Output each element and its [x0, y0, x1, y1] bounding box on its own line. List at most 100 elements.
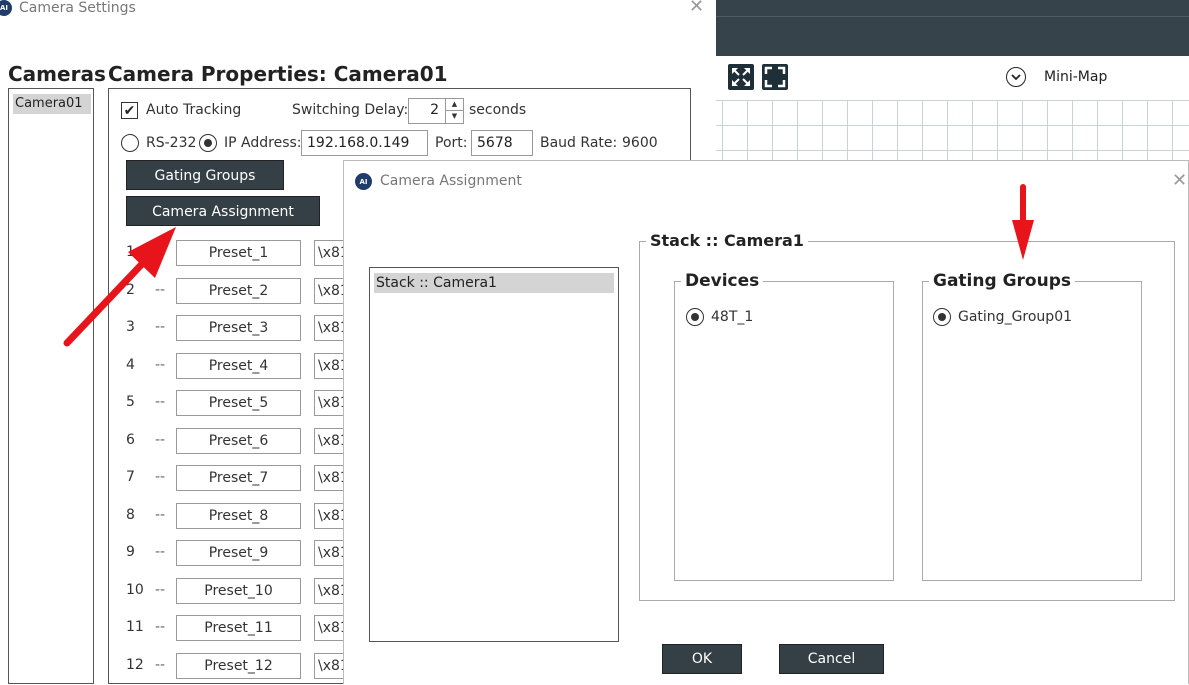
cancel-button[interactable]: Cancel — [779, 644, 884, 674]
table-row: 9 -- Preset_9 \x81 — [109, 540, 354, 566]
seconds-label: seconds — [469, 102, 527, 118]
assignment-body: Stack :: Camera1 Stack :: Camera1 Device… — [344, 201, 1188, 685]
camera-list[interactable]: Camera01 — [8, 88, 94, 684]
switching-delay-spinner[interactable]: 2 ▲ ▼ — [408, 98, 464, 124]
preset-number: 7 — [126, 469, 135, 485]
preset-name-input[interactable]: Preset_4 — [176, 352, 301, 379]
settings-titlebar: AI Camera Settings ✕ — [0, 0, 716, 26]
camera-list-item[interactable]: Camera01 — [13, 94, 91, 114]
rs232-label: RS-232 — [146, 135, 197, 151]
device-radio[interactable] — [686, 308, 704, 326]
ip-address-radio[interactable] — [199, 134, 217, 152]
devices-group: Devices 48T_1 — [674, 271, 894, 581]
spinner-buttons[interactable]: ▲ ▼ — [445, 99, 463, 123]
preset-number: 1 — [126, 244, 135, 260]
expand-icon[interactable] — [728, 64, 754, 90]
preset-name-input[interactable]: Preset_5 — [176, 390, 301, 416]
table-row: 4 -- Preset_4 \x81 — [109, 352, 354, 379]
preset-dash: -- — [155, 581, 166, 598]
table-row: 5 -- Preset_5 \x81 — [109, 390, 354, 416]
baud-rate-value: 9600 — [622, 135, 658, 151]
preset-number: 8 — [126, 506, 135, 523]
preset-name-input[interactable]: Preset_2 — [176, 277, 301, 304]
stack-camera-group-title: Stack :: Camera1 — [646, 231, 808, 250]
gating-groups-group-title: Gating Groups — [929, 271, 1075, 291]
settings-window-title: Camera Settings — [19, 0, 136, 16]
spinner-up-icon[interactable]: ▲ — [446, 99, 463, 111]
preset-dash: -- — [155, 394, 166, 410]
baud-rate-label: Baud Rate: — [540, 135, 618, 151]
stack-camera-group: Stack :: Camera1 Devices 48T_1 Gating Gr… — [639, 231, 1175, 601]
ok-button[interactable]: OK — [662, 644, 742, 674]
map-grid[interactable] — [716, 100, 1189, 162]
close-icon[interactable]: ✕ — [689, 0, 704, 16]
ip-address-input[interactable]: 192.168.0.149 — [301, 130, 428, 156]
gating-groups-group: Gating Groups Gating_Group01 — [922, 271, 1142, 581]
camera-assignment-dialog: AI Camera Assignment ✕ Stack :: Camera1 … — [343, 160, 1189, 685]
preset-number: 3 — [126, 319, 135, 335]
stack-list-item[interactable]: Stack :: Camera1 — [374, 273, 614, 293]
switching-delay-value: 2 — [430, 102, 439, 118]
preset-number: 9 — [126, 544, 135, 560]
table-row: 8 -- Preset_8 \x81 — [109, 502, 354, 529]
gating-groups-button[interactable]: Gating Groups — [126, 160, 284, 190]
preset-dash: -- — [155, 656, 166, 673]
preset-dash: -- — [155, 281, 166, 298]
preset-number: 2 — [126, 281, 135, 298]
port-label: Port: — [435, 135, 468, 151]
preset-number: 12 — [126, 656, 144, 673]
minimap-label[interactable]: Mini-Map — [1044, 69, 1107, 85]
ip-address-label: IP Address: — [224, 135, 302, 151]
preset-dash: -- — [155, 619, 166, 635]
devices-group-title: Devices — [681, 271, 764, 291]
preset-name-input[interactable]: Preset_11 — [176, 615, 301, 641]
assignment-dialog-title: Camera Assignment — [380, 173, 522, 189]
preset-name-input[interactable]: Preset_1 — [176, 240, 301, 266]
stack-list[interactable]: Stack :: Camera1 — [369, 267, 619, 642]
camera-assignment-button[interactable]: Camera Assignment — [126, 196, 320, 226]
table-row: 2 -- Preset_2 \x81 — [109, 277, 354, 304]
preset-dash: -- — [155, 506, 166, 523]
gating-group-option-label: Gating_Group01 — [958, 309, 1073, 325]
auto-tracking-label: Auto Tracking — [146, 102, 242, 118]
preset-name-input[interactable]: Preset_10 — [176, 577, 301, 604]
app-logo-icon: AI — [355, 173, 372, 190]
port-input[interactable]: 5678 — [471, 130, 533, 156]
assignment-titlebar: AI Camera Assignment ✕ — [344, 161, 1188, 201]
preset-name-input[interactable]: Preset_3 — [176, 315, 301, 341]
table-row: 12 -- Preset_12 \x81 — [109, 652, 354, 679]
preset-dash: -- — [155, 431, 166, 448]
preset-number: 4 — [126, 356, 135, 373]
close-icon[interactable]: ✕ — [1172, 172, 1187, 190]
cameras-heading: Cameras — [8, 62, 106, 86]
app-header-bar — [716, 0, 1189, 56]
preset-number: 6 — [126, 431, 135, 448]
map-toolbar: Mini-Map — [716, 56, 1189, 102]
rs232-radio[interactable] — [121, 134, 139, 152]
camera-properties-heading: Camera Properties: Camera01 — [108, 62, 448, 86]
preset-dash: -- — [155, 319, 166, 335]
gating-group-radio[interactable] — [933, 308, 951, 326]
preset-number: 11 — [126, 619, 144, 635]
preset-name-input[interactable]: Preset_6 — [176, 427, 301, 454]
preset-name-input[interactable]: Preset_8 — [176, 502, 301, 529]
spinner-down-icon[interactable]: ▼ — [446, 111, 463, 123]
table-row: 7 -- Preset_7 \x81 — [109, 465, 354, 491]
preset-name-input[interactable]: Preset_12 — [176, 652, 301, 679]
switching-delay-label: Switching Delay: — [292, 102, 409, 118]
table-row: 3 -- Preset_3 \x81 — [109, 315, 354, 341]
preset-number: 5 — [126, 394, 135, 410]
preset-number: 10 — [126, 581, 144, 598]
auto-tracking-checkbox[interactable]: ✔ — [121, 102, 138, 119]
table-row: 10 -- Preset_10 \x81 — [109, 577, 354, 604]
app-logo-icon: AI — [0, 0, 12, 16]
preset-dash: -- — [155, 356, 166, 373]
table-row: 1 -- Preset_1 \x81 — [109, 240, 354, 266]
preset-dash: -- — [155, 244, 166, 260]
preset-dash: -- — [155, 544, 166, 560]
fit-view-icon[interactable] — [762, 64, 788, 90]
chevron-down-icon[interactable] — [1006, 67, 1026, 87]
preset-name-input[interactable]: Preset_7 — [176, 465, 301, 491]
preset-name-input[interactable]: Preset_9 — [176, 540, 301, 566]
preset-dash: -- — [155, 469, 166, 485]
